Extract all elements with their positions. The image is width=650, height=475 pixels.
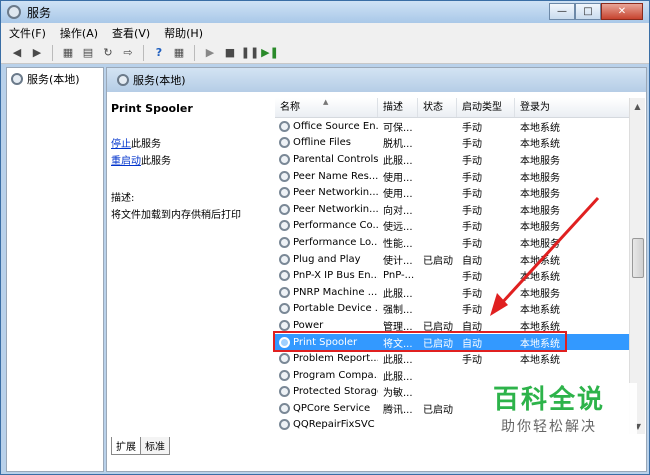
arrow-shaft xyxy=(498,196,600,307)
watermark-logo: 百科全说 助你轻松解决 xyxy=(461,383,637,449)
watermark-title: 百科全说 xyxy=(492,385,605,415)
watermark-subtitle: 助你轻松解决 xyxy=(501,419,597,435)
arrow-head-icon xyxy=(490,293,508,316)
